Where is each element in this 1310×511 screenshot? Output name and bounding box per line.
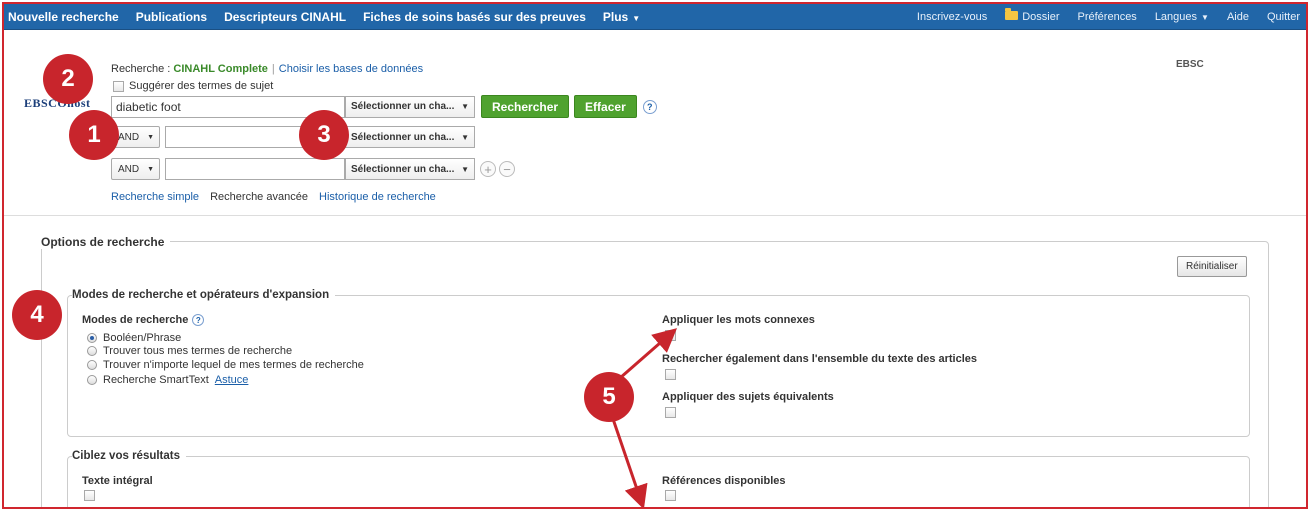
callout-badge-2: 2 (43, 54, 93, 104)
callout-badge-4: 4 (12, 290, 62, 340)
callout-badge-1: 1 (69, 110, 119, 160)
arrow-down-right (610, 415, 648, 507)
callout-badge-5: 5 (584, 372, 634, 422)
screenshot-frame: Nouvelle recherche Publications Descript… (2, 2, 1308, 509)
callout-badge-3: 3 (299, 110, 349, 160)
callout-arrows (603, 328, 678, 507)
